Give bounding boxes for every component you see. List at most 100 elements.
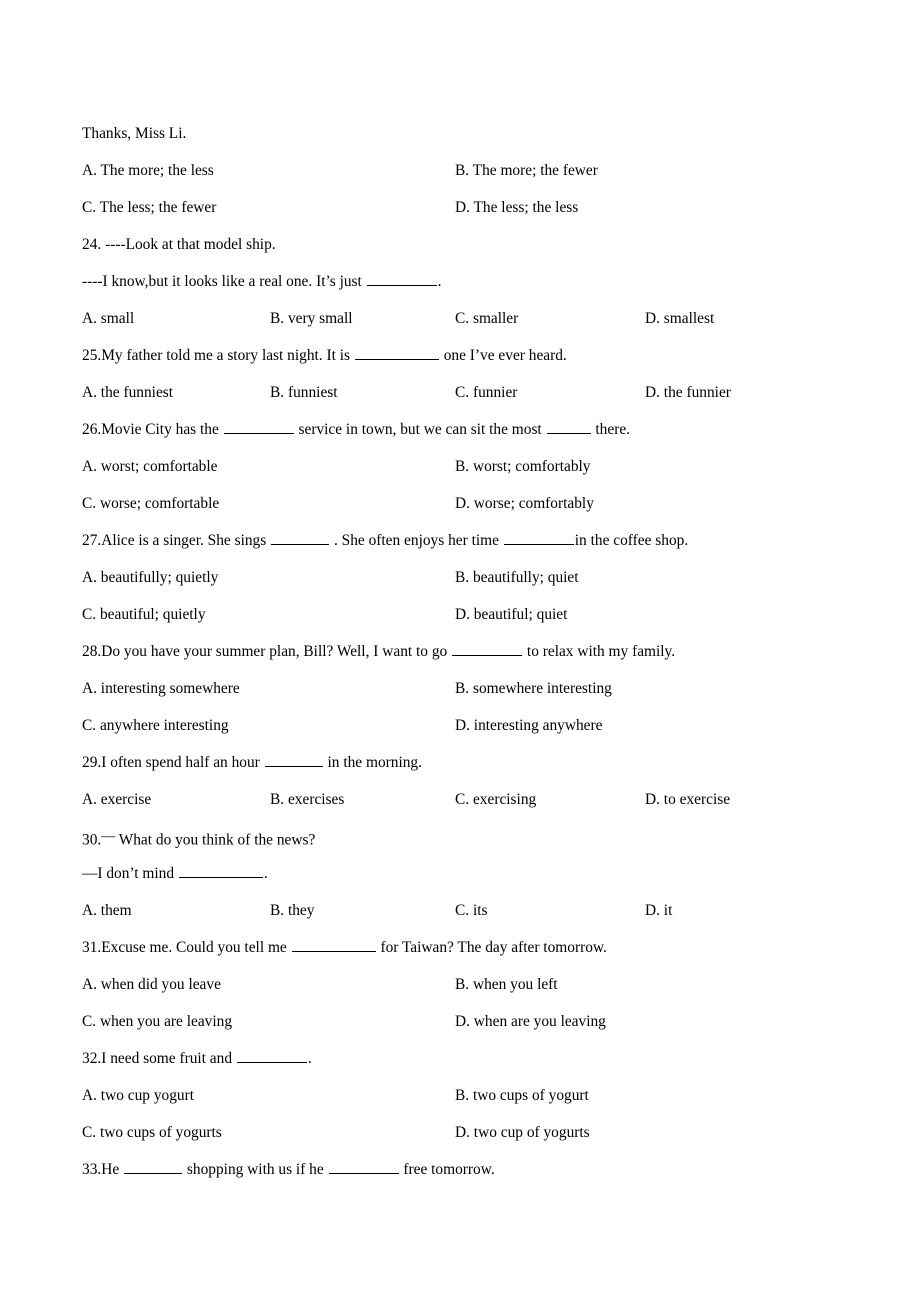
fill-in-blank xyxy=(124,1159,183,1174)
text-run: in the morning. xyxy=(323,754,422,771)
answer-option[interactable]: C. The less; the fewer xyxy=(82,189,216,226)
fill-in-blank xyxy=(366,271,437,286)
option-row: A. when did you leave B. when you left xyxy=(82,966,842,1003)
stem-content: 30.— What do you think of the news? xyxy=(82,818,315,858)
text-run: . She often enjoys her time xyxy=(330,532,503,549)
text-run: to relax with my family. xyxy=(523,643,676,660)
text-run: 30. xyxy=(82,831,102,849)
answer-option[interactable]: B. exercises xyxy=(270,781,344,818)
text-run: 26.Movie City has the xyxy=(82,421,223,438)
text-run: in the coffee shop. xyxy=(574,532,689,549)
answer-option[interactable]: A. The more; the less xyxy=(82,152,214,189)
answer-option[interactable]: D. the funnier xyxy=(645,374,731,411)
answer-option[interactable]: C. beautiful; quietly xyxy=(82,596,206,633)
answer-option[interactable]: A. beautifully; quietly xyxy=(82,559,218,596)
dialogue-dash: — xyxy=(101,828,116,844)
option-row: A. worst; comfortable B. worst; comfortab… xyxy=(82,448,842,485)
answer-option[interactable]: A. small xyxy=(82,300,134,337)
question-stem: —I don’t mind . xyxy=(82,855,842,892)
paragraph-text: 24. ----Look at that model ship. xyxy=(82,226,842,263)
answer-option[interactable]: D. when are you leaving xyxy=(455,1003,606,1040)
text-run: . xyxy=(437,273,442,290)
stem-content: 26.Movie City has the service in town, b… xyxy=(82,411,630,448)
answer-option[interactable]: C. smaller xyxy=(455,300,518,337)
answer-option[interactable]: D. two cup of yogurts xyxy=(455,1114,590,1151)
answer-option[interactable]: B. they xyxy=(270,892,314,929)
option-row: A. The more; the less B. The more; the fe… xyxy=(82,152,842,189)
stem-content: 33.He shopping with us if he free tomorr… xyxy=(82,1151,495,1188)
static-text: 24. ----Look at that model ship. xyxy=(82,236,276,253)
question-stem: ----I know,but it looks like a real one.… xyxy=(82,263,842,300)
text-run: shopping with us if he xyxy=(183,1161,328,1178)
answer-option[interactable]: A. when did you leave xyxy=(82,966,221,1003)
answer-option[interactable]: D. beautiful; quiet xyxy=(455,596,567,633)
answer-option[interactable]: D. The less; the less xyxy=(455,189,578,226)
fill-in-blank xyxy=(178,863,263,878)
answer-option[interactable]: C. worse; comfortable xyxy=(82,485,219,522)
text-run: 32.I need some fruit and xyxy=(82,1050,236,1067)
text-run: one I’ve ever heard. xyxy=(439,347,567,364)
text-run: 28.Do you have your summer plan, Bill? W… xyxy=(82,643,452,660)
answer-option[interactable]: B. worst; comfortably xyxy=(455,448,591,485)
answer-option[interactable]: A. two cup yogurt xyxy=(82,1077,194,1114)
option-row: C. The less; the fewer D. The less; the l… xyxy=(82,189,842,226)
text-run: . xyxy=(263,865,268,882)
document-page: Thanks, Miss Li. A. The more; the less B. … xyxy=(0,0,920,1302)
answer-option[interactable]: C. exercising xyxy=(455,781,536,818)
option-row: A. the funniest B. funniest C. funnier D. t… xyxy=(82,374,842,411)
answer-option[interactable]: D. to exercise xyxy=(645,781,730,818)
answer-option[interactable]: A. the funniest xyxy=(82,374,173,411)
answer-option[interactable]: A. exercise xyxy=(82,781,151,818)
question-stem: 32.I need some fruit and . xyxy=(82,1040,842,1077)
stem-content: ----I know,but it looks like a real one.… xyxy=(82,263,442,300)
text-run: 25.My father told me a story last night.… xyxy=(82,347,354,364)
text-run: free tomorrow. xyxy=(399,1161,495,1178)
answer-option[interactable]: A. worst; comfortable xyxy=(82,448,218,485)
paragraph-text: Thanks, Miss Li. xyxy=(82,115,842,152)
answer-option[interactable]: C. its xyxy=(455,892,488,929)
option-row: A. them B. they C. its D. it xyxy=(82,892,842,929)
fill-in-blank xyxy=(328,1159,399,1174)
text-run: 33.He xyxy=(82,1161,124,1178)
answer-option[interactable]: C. two cups of yogurts xyxy=(82,1114,222,1151)
answer-option[interactable]: A. them xyxy=(82,892,132,929)
answer-option[interactable]: C. anywhere interesting xyxy=(82,707,229,744)
answer-option[interactable]: B. beautifully; quiet xyxy=(455,559,579,596)
static-text: Thanks, Miss Li. xyxy=(82,125,187,142)
question-stem: 25.My father told me a story last night.… xyxy=(82,337,842,374)
question-stem: 27.Alice is a singer. She sings . She of… xyxy=(82,522,842,559)
option-row: C. two cups of yogurts D. two cup of yogu… xyxy=(82,1114,842,1151)
text-run: 29.I often spend half an hour xyxy=(82,754,264,771)
answer-option[interactable]: D. worse; comfortably xyxy=(455,485,594,522)
answer-option[interactable]: B. The more; the fewer xyxy=(455,152,598,189)
answer-option[interactable]: A. interesting somewhere xyxy=(82,670,240,707)
stem-content: 29.I often spend half an hour in the mor… xyxy=(82,744,422,781)
question-stem: 31.Excuse me. Could you tell me for Taiw… xyxy=(82,929,842,966)
answer-option[interactable]: B. funniest xyxy=(270,374,338,411)
answer-option[interactable]: B. when you left xyxy=(455,966,558,1003)
answer-option[interactable]: D. interesting anywhere xyxy=(455,707,602,744)
option-row: C. beautiful; quietly D. beautiful; quiet xyxy=(82,596,842,633)
answer-option[interactable]: D. smallest xyxy=(645,300,714,337)
text-run: 31.Excuse me. Could you tell me xyxy=(82,939,291,956)
fill-in-blank xyxy=(223,419,294,434)
stem-content: 27.Alice is a singer. She sings . She of… xyxy=(82,522,688,559)
fill-in-blank xyxy=(452,641,523,656)
option-row: A. beautifully; quietly B. beautifully; q… xyxy=(82,559,842,596)
answer-option[interactable]: B. very small xyxy=(270,300,353,337)
text-run: there. xyxy=(591,421,631,438)
answer-option[interactable]: C. funnier xyxy=(455,374,517,411)
answer-option[interactable]: B. two cups of yogurt xyxy=(455,1077,589,1114)
text-run: . xyxy=(307,1050,312,1067)
text-run: for Taiwan? The day after tomorrow. xyxy=(376,939,607,956)
text-run: service in town, but we can sit the most xyxy=(294,421,546,438)
fill-in-blank xyxy=(503,530,574,545)
answer-option[interactable]: D. it xyxy=(645,892,672,929)
answer-option[interactable]: B. somewhere interesting xyxy=(455,670,612,707)
stem-content: —I don’t mind . xyxy=(82,855,268,892)
answer-option[interactable]: C. when you are leaving xyxy=(82,1003,232,1040)
fill-in-blank xyxy=(271,530,330,545)
option-row: C. when you are leaving D. when are you l… xyxy=(82,1003,842,1040)
option-row: A. interesting somewhere B. somewhere int… xyxy=(82,670,842,707)
fill-in-blank xyxy=(264,752,323,767)
